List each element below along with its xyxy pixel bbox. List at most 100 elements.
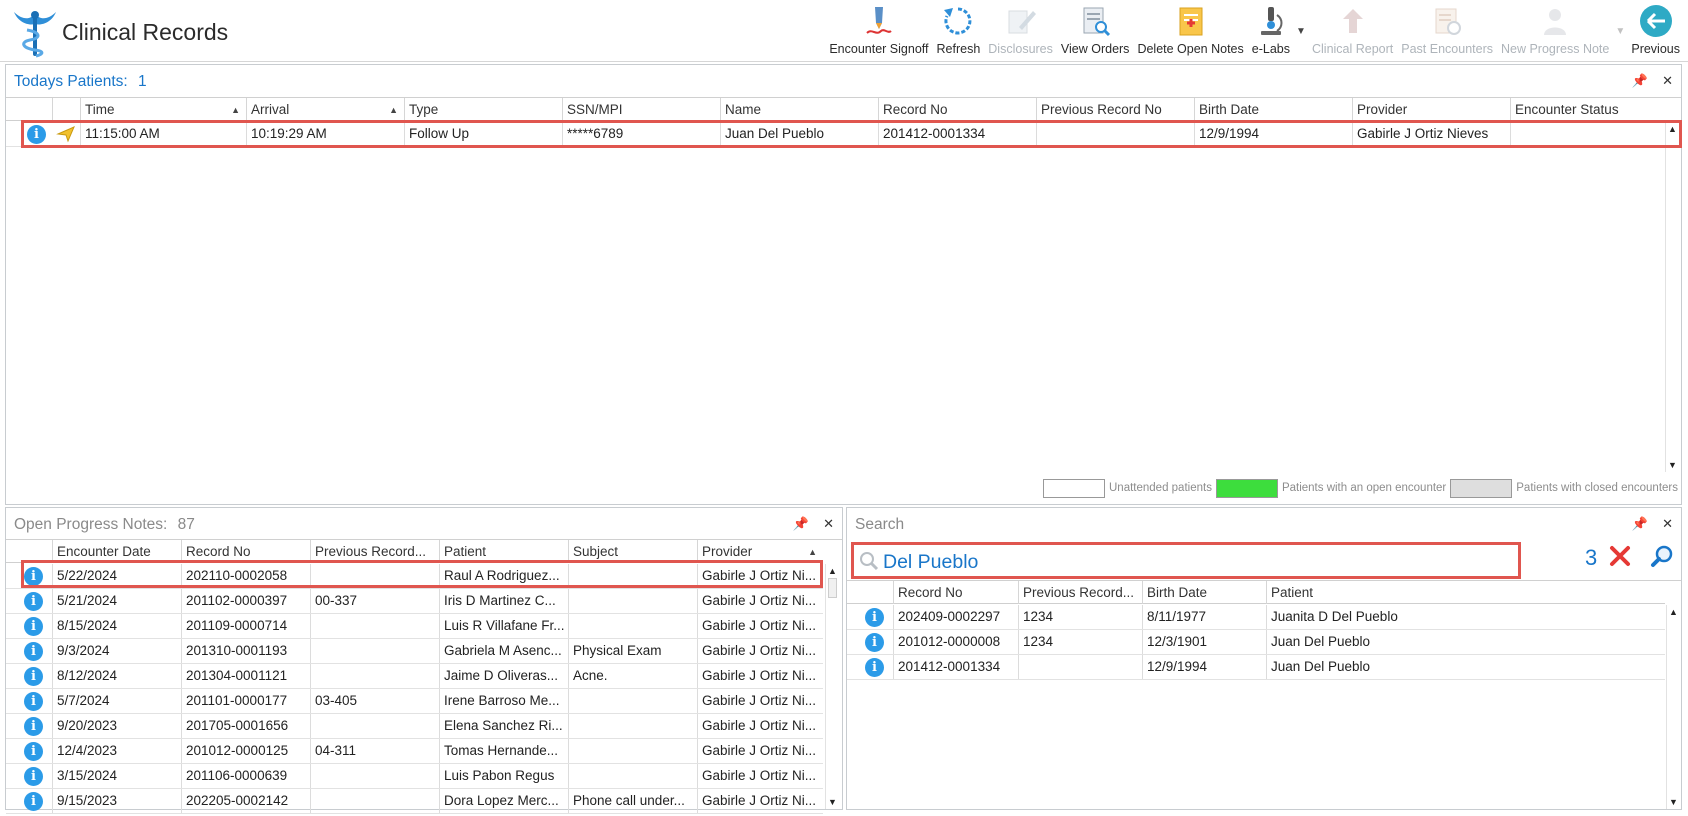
table-row[interactable]: i 11:15:00 AM 10:19:29 AM Follow Up ****… — [6, 122, 1666, 147]
close-icon[interactable]: ✕ — [1662, 516, 1673, 532]
view-orders-button[interactable]: View Orders — [1057, 0, 1134, 62]
info-icon[interactable]: i — [24, 717, 43, 736]
table-row[interactable]: i 8/12/2024 201304-0001121 Jaime D Oliveras… — [6, 664, 823, 689]
open-notes-count: 87 — [177, 516, 195, 533]
column-header-arrival[interactable]: Arrival ▲ — [246, 98, 404, 121]
info-icon[interactable]: i — [24, 792, 43, 811]
table-cell: 202205-0002142 — [181, 789, 310, 813]
column-header-birth-date[interactable]: Birth Date — [1142, 581, 1266, 604]
past-encounters-icon — [1430, 4, 1464, 38]
vertical-scrollbar[interactable]: ▲ ▼ — [1665, 122, 1679, 472]
search-input-container[interactable] — [851, 542, 1521, 579]
table-cell: 201012-0000008 — [893, 630, 1018, 654]
table-cell — [568, 564, 697, 588]
pin-icon[interactable]: 📌 — [1632, 73, 1648, 89]
column-header-subject[interactable]: Subject — [568, 540, 697, 563]
close-icon[interactable]: ✕ — [823, 516, 834, 532]
pin-icon[interactable]: 📌 — [1632, 516, 1648, 532]
table-row[interactable]: i 8/15/2024 201109-0000714 Luis R Villafane… — [6, 614, 823, 639]
scrollbar-thumb[interactable] — [828, 578, 837, 598]
table-cell: 8/11/1977 — [1142, 605, 1266, 629]
table-row[interactable]: i 9/15/2023 202205-0002142 Dora Lopez Merc.… — [6, 789, 823, 814]
table-cell: Gabirle J Ortiz Ni... — [697, 714, 823, 738]
table-cell: 201012-0000125 — [181, 739, 310, 763]
column-header-provider[interactable]: Provider — [1352, 98, 1510, 121]
column-header-birth-date[interactable]: Birth Date — [1194, 98, 1352, 121]
column-header-name[interactable]: Name — [720, 98, 878, 121]
table-cell: Gabirle J Ortiz Ni... — [697, 739, 823, 763]
vertical-scrollbar[interactable]: ▲ ▼ — [825, 564, 839, 809]
column-header-patient[interactable]: Patient — [1266, 581, 1665, 604]
refresh-icon — [941, 4, 975, 38]
table-row[interactable]: i 12/4/2023 201012-0000125 04-311 Tomas Hern… — [6, 739, 823, 764]
sort-ascending-icon: ▲ — [389, 105, 398, 115]
table-row[interactable]: i 201412-0001334 12/9/1994 Juan Del Pueblo — [847, 655, 1665, 680]
e-labs-dropdown-chevron-icon[interactable]: ▼ — [1294, 0, 1308, 62]
previous-button[interactable]: Previous — [1627, 0, 1688, 62]
search-go-magnifier-icon[interactable] — [1650, 544, 1674, 568]
info-icon[interactable]: i — [24, 567, 43, 586]
column-header-patient[interactable]: Patient — [439, 540, 568, 563]
table-row[interactable]: i 5/21/2024 201102-0000397 00-337 Iris D Mar… — [6, 589, 823, 614]
info-icon[interactable]: i — [24, 667, 43, 686]
column-header-previous-record-no[interactable]: Previous Record No — [1036, 98, 1194, 121]
pin-icon[interactable]: 📌 — [793, 516, 809, 532]
delete-open-notes-button[interactable]: Delete Open Notes — [1133, 0, 1247, 62]
info-icon[interactable]: i — [24, 642, 43, 661]
e-labs-button[interactable]: e-Labs — [1248, 0, 1294, 62]
paper-plane-icon — [52, 122, 80, 146]
table-row[interactable]: i 201012-0000008 1234 12/3/1901 Juan Del Pue… — [847, 630, 1665, 655]
legend-swatch-closed — [1450, 478, 1513, 498]
column-header-encounter-date[interactable]: Encounter Date — [52, 540, 181, 563]
search-input[interactable] — [883, 551, 1483, 574]
column-header-previous-record[interactable]: Previous Record... — [1018, 581, 1142, 604]
new-progress-note-button[interactable]: New Progress Note — [1497, 0, 1613, 62]
column-header-encounter-status[interactable]: Encounter Status — [1510, 98, 1666, 121]
column-header-type[interactable]: Type — [404, 98, 562, 121]
search-results-grid: Record No Previous Record... Birth Date … — [847, 580, 1681, 809]
microscope-icon — [1254, 4, 1288, 38]
info-icon[interactable]: i — [24, 767, 43, 786]
table-cell: Elena Sanchez Ri... — [439, 714, 568, 738]
table-row[interactable]: i 5/22/2024 202110-0002058 Raul A Rodriguez… — [6, 564, 823, 589]
info-icon[interactable]: i — [24, 592, 43, 611]
table-cell — [310, 639, 439, 663]
disclosures-button[interactable]: Disclosures — [984, 0, 1057, 62]
table-row[interactable]: i 9/20/2023 201705-0001656 Elena Sanchez Ri… — [6, 714, 823, 739]
info-icon[interactable]: i — [24, 692, 43, 711]
info-icon[interactable]: i — [865, 633, 884, 652]
column-header-time[interactable]: Time ▲ — [80, 98, 246, 121]
column-header-ssn[interactable]: SSN/MPI — [562, 98, 720, 121]
info-icon[interactable]: i — [24, 617, 43, 636]
vertical-scrollbar[interactable]: ▲ ▼ — [1666, 605, 1680, 809]
info-icon[interactable]: i — [27, 125, 46, 144]
clinical-report-button[interactable]: Clinical Report — [1308, 0, 1397, 62]
info-icon[interactable]: i — [24, 742, 43, 761]
encounter-signoff-button[interactable]: Encounter Signoff — [825, 0, 932, 62]
new-progress-note-dropdown-chevron-icon[interactable]: ▼ — [1613, 0, 1627, 62]
clear-search-icon[interactable] — [1608, 544, 1632, 568]
close-icon[interactable]: ✕ — [1662, 73, 1673, 89]
column-header-provider[interactable]: Provider ▲ — [697, 540, 823, 563]
grid-header: Time ▲ Arrival ▲ Type SSN/MPI Name Record … — [6, 98, 1666, 121]
info-icon[interactable]: i — [865, 658, 884, 677]
toolbar: Encounter Signoff Refresh Disclosures Vi… — [825, 0, 1688, 62]
table-row[interactable]: i 202409-0002297 1234 8/11/1977 Juanita D De… — [847, 605, 1665, 630]
column-header-record-no[interactable]: Record No — [181, 540, 310, 563]
table-row[interactable]: i 5/7/2024 201101-0000177 03-405 Irene Barro… — [6, 689, 823, 714]
table-cell: 5/7/2024 — [52, 689, 181, 713]
refresh-button[interactable]: Refresh — [933, 0, 985, 62]
table-cell: 12/3/1901 — [1142, 630, 1266, 654]
past-encounters-button[interactable]: Past Encounters — [1397, 0, 1497, 62]
table-row[interactable]: i 9/3/2024 201310-0001193 Gabriela M Asenc.… — [6, 639, 823, 664]
table-cell: 8/15/2024 — [52, 614, 181, 638]
table-cell: Jaime D Oliveras... — [439, 664, 568, 688]
table-cell — [310, 714, 439, 738]
scroll-up-icon: ▲ — [1668, 124, 1677, 134]
column-header-previous-record[interactable]: Previous Record... — [310, 540, 439, 563]
table-row[interactable]: i 3/15/2024 201106-0000639 Luis Pabon Regus… — [6, 764, 823, 789]
table-cell: Gabirle J Ortiz Ni... — [697, 789, 823, 813]
info-icon[interactable]: i — [865, 608, 884, 627]
column-header-record-no[interactable]: Record No — [878, 98, 1036, 121]
column-header-record-no[interactable]: Record No — [893, 581, 1018, 604]
